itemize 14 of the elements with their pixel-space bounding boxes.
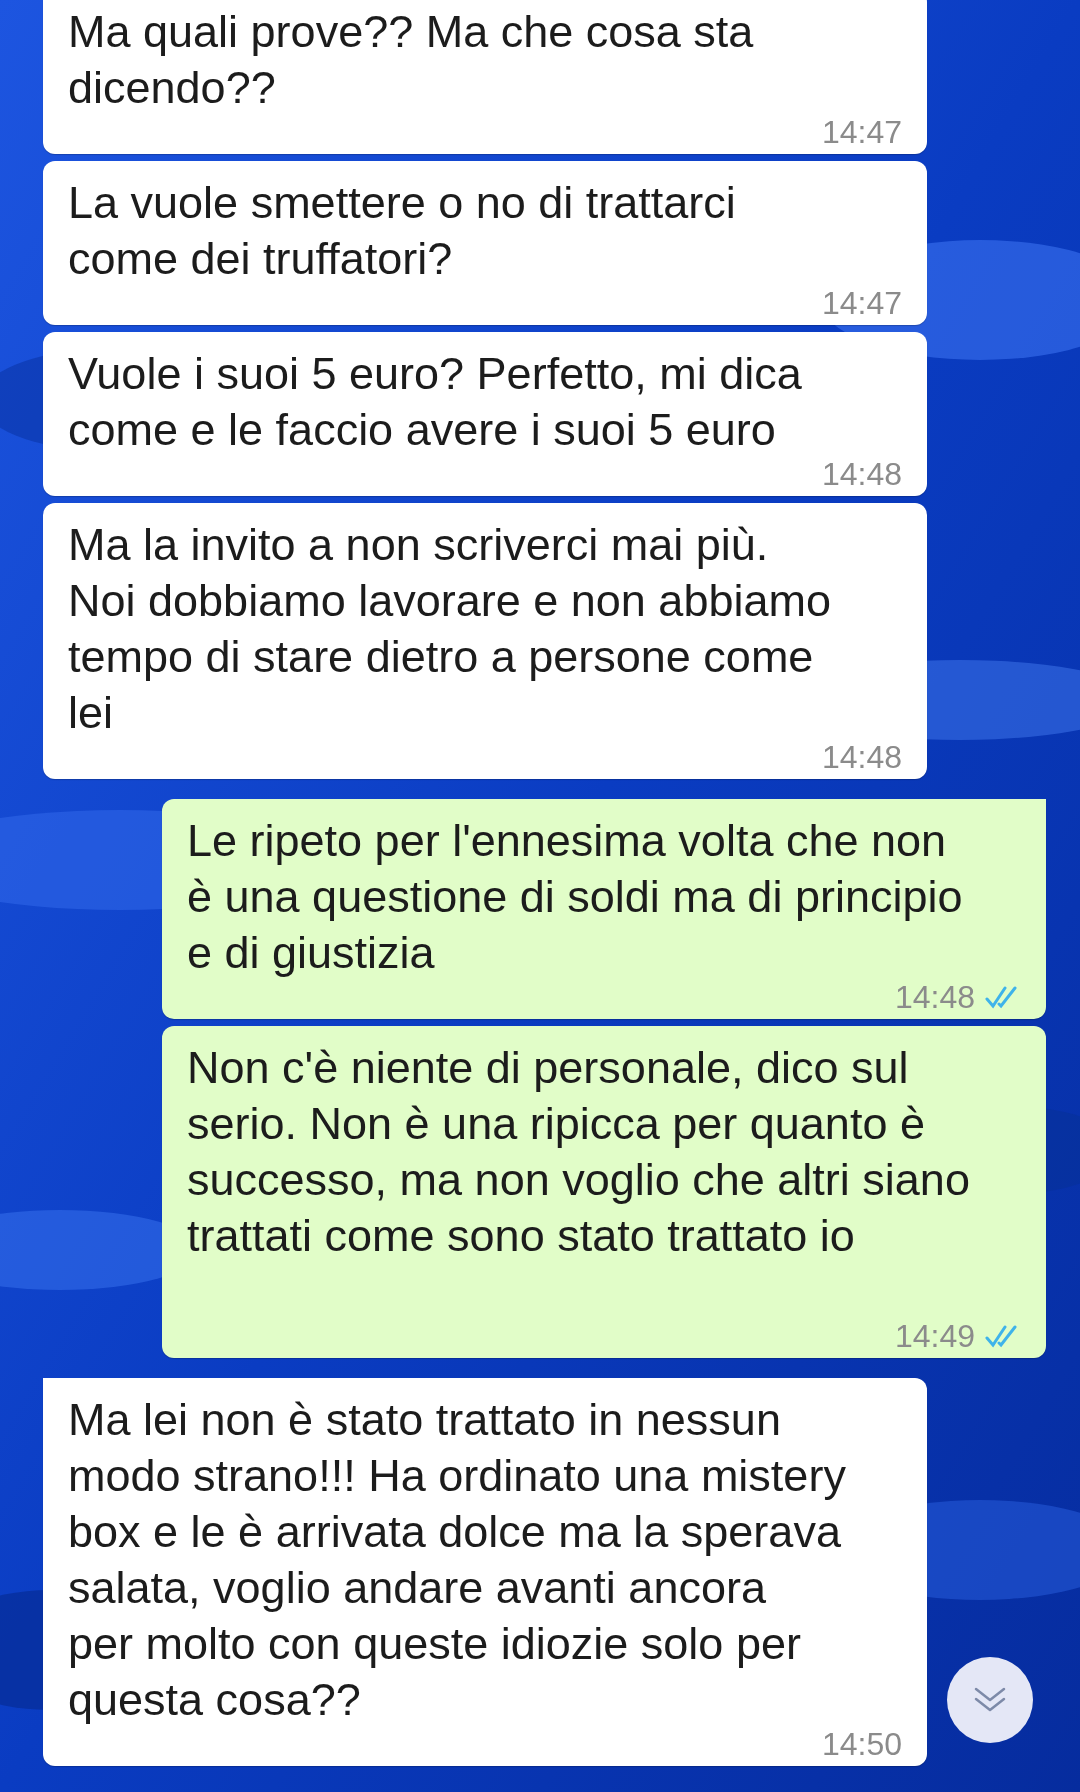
message-time: 14:50: [821, 1726, 902, 1762]
message-text: Ma la invito a non scriverci mai più. Noi dobbiamo lavorare e non abbiamo tempo di stare dietro a persone come lei: [68, 519, 831, 738]
message-text: Ma lei non è stato trattato in nessun modo strano!!! Ha ordinato una mistery box e le è arrivata dolce ma la sperava salata, voglio andare avanti ancora per molto con queste idiozie solo per questa cosa??: [68, 1394, 846, 1725]
message-time: 14:47: [821, 114, 902, 150]
message-text: Ma quali prove?? Ma che cosa sta dicendo??: [68, 6, 754, 113]
message-time: 14:47: [821, 285, 902, 321]
message-text: Vuole i suoi 5 euro? Perfetto, mi dica come e le faccio avere i suoi 5 euro: [68, 348, 802, 455]
message-time: 14:48: [821, 456, 902, 492]
message-time: 14:49: [894, 1318, 975, 1354]
message-text: Non c'è niente di personale, dico sul serio. Non è una ripicca per quanto è successo, ma non voglio che altri siano trattati come sono stato trattato io: [187, 1042, 970, 1261]
message-time: 14:48: [894, 979, 975, 1015]
message-text: La vuole smettere o no di trattarci come dei truffatori?: [68, 177, 736, 284]
message-time: 14:48: [821, 739, 902, 775]
message-text: Le ripeto per l'ennesima volta che non è una questione di soldi ma di principio e di giustizia: [187, 815, 963, 978]
